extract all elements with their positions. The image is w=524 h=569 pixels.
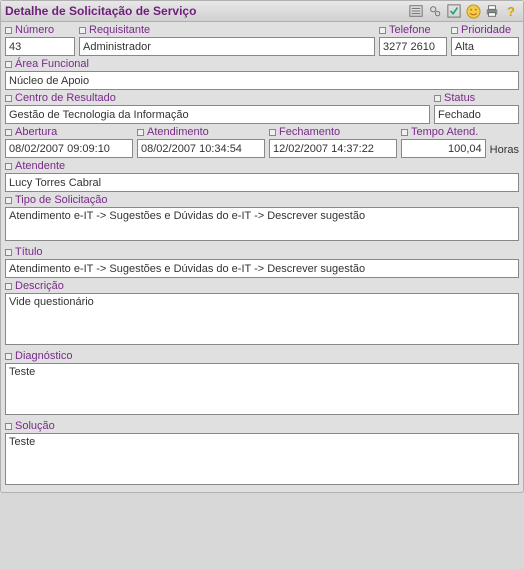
label-descricao: Descrição [5, 280, 519, 292]
form-content: Número Requisitante Telefone Prioridade … [1, 22, 523, 492]
label-tipo-solicitacao: Tipo de Solicitação [5, 194, 519, 206]
label-solucao: Solução [5, 420, 519, 432]
centro-resultado-field[interactable] [5, 105, 430, 124]
label-atendimento: Atendimento [137, 126, 265, 138]
status-field[interactable] [434, 105, 519, 124]
fechamento-field[interactable] [269, 139, 397, 158]
label-requisitante: Requisitante [79, 24, 375, 36]
descricao-field[interactable] [5, 293, 519, 345]
window-title: Detalhe de Solicitação de Serviço [5, 4, 196, 18]
label-tempo-atend: Tempo Atend. [401, 126, 486, 138]
label-atendente: Atendente [5, 160, 519, 172]
label-fechamento: Fechamento [269, 126, 397, 138]
atendente-field[interactable] [5, 173, 519, 192]
label-titulo: Título [5, 246, 519, 258]
gears-icon[interactable] [427, 3, 443, 19]
title-bar: Detalhe de Solicitação de Serviço ? [1, 1, 523, 22]
label-prioridade: Prioridade [451, 24, 519, 36]
tempo-atend-field[interactable] [401, 139, 486, 158]
check-icon[interactable] [446, 3, 462, 19]
label-status: Status [434, 92, 519, 104]
label-numero: Número [5, 24, 75, 36]
numero-field[interactable] [5, 37, 75, 56]
atendimento-field[interactable] [137, 139, 265, 158]
tipo-solicitacao-field[interactable] [5, 207, 519, 241]
label-telefone: Telefone [379, 24, 447, 36]
title-bar-icons: ? [408, 3, 519, 19]
label-abertura: Abertura [5, 126, 133, 138]
requisitante-field[interactable] [79, 37, 375, 56]
tempo-unit: Horas [490, 126, 519, 158]
diagnostico-field[interactable] [5, 363, 519, 415]
print-icon[interactable] [484, 3, 500, 19]
label-area-funcional: Área Funcional [5, 58, 519, 70]
help-icon[interactable]: ? [503, 3, 519, 19]
telefone-field[interactable] [379, 37, 447, 56]
label-diagnostico: Diagnóstico [5, 350, 519, 362]
prioridade-field[interactable] [451, 37, 519, 56]
titulo-field[interactable] [5, 259, 519, 278]
list-icon[interactable] [408, 3, 424, 19]
service-request-detail-window: Detalhe de Solicitação de Serviço ? [0, 0, 524, 493]
area-funcional-field[interactable] [5, 71, 519, 90]
label-centro-resultado: Centro de Resultado [5, 92, 430, 104]
smiley-icon[interactable] [465, 3, 481, 19]
abertura-field[interactable] [5, 139, 133, 158]
solucao-field[interactable] [5, 433, 519, 485]
